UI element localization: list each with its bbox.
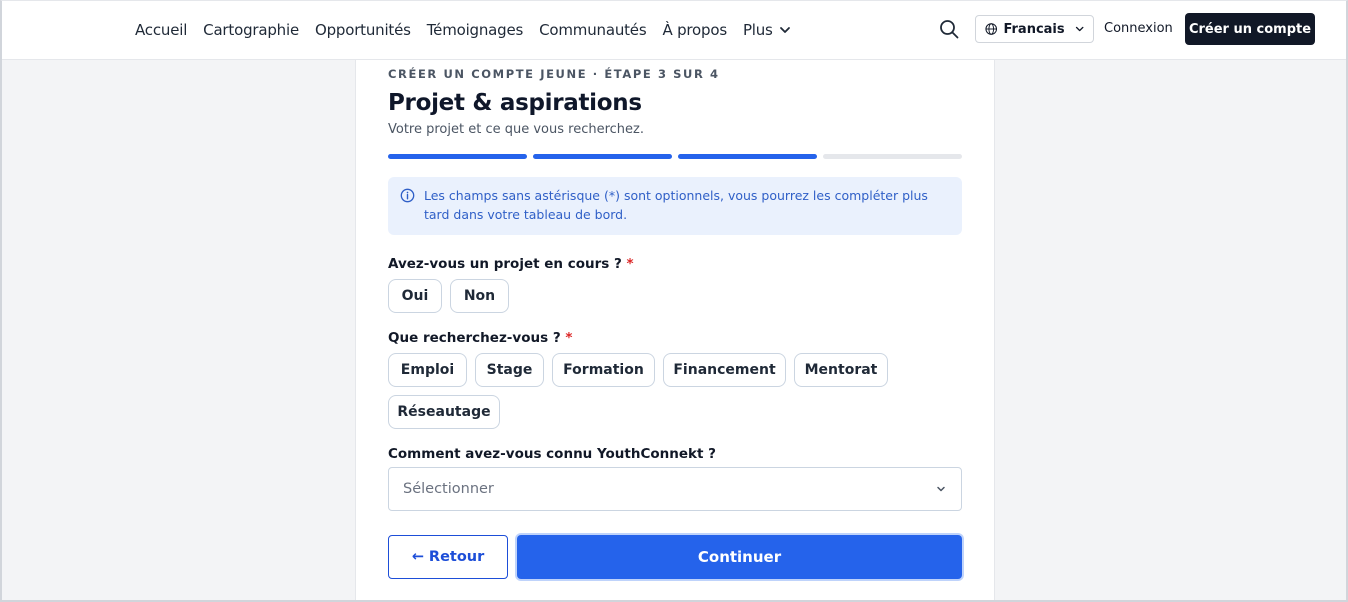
progress-segment-3 [678,154,817,159]
main-nav: Accueil Cartographie Opportunités Témoig… [135,0,807,60]
login-link[interactable]: Connexion [1104,21,1173,36]
option-emploi[interactable]: Emploi [388,353,467,387]
required-mark: * [626,256,634,272]
question-project-label: Avez-vous un projet en cours ? * [388,256,634,272]
nav-item-communautes[interactable]: Communautés [539,21,647,39]
question-looking-for-label: Que recherchez-vous ? * [388,330,572,346]
option-mentorat[interactable]: Mentorat [794,353,888,387]
progress-segment-1 [388,154,527,159]
nav-item-cartographie[interactable]: Cartographie [203,21,299,39]
option-stage[interactable]: Stage [475,353,544,387]
option-non[interactable]: Non [450,279,509,313]
info-banner: Les champs sans astérisque (*) sont opti… [388,177,962,235]
chevron-down-icon [937,486,945,492]
source-select[interactable]: Sélectionner [388,467,962,511]
continue-button[interactable]: Continuer [517,535,962,579]
nav-more-label: Plus [742,21,773,39]
page-subtitle: Votre projet et ce que vous recherchez. [388,122,644,137]
nav-item-accueil[interactable]: Accueil [135,21,187,39]
source-select-placeholder: Sélectionner [403,481,494,497]
progress-segment-2 [533,154,672,159]
step-progress-bar [388,154,962,159]
chevron-down-icon [1075,26,1084,32]
language-selector[interactable]: Francais [975,15,1094,43]
top-navbar: Accueil Cartographie Opportunités Témoig… [0,0,1348,60]
signup-button[interactable]: Créer un compte [1185,13,1315,45]
nav-item-temoignages[interactable]: Témoignages [427,21,524,39]
nav-item-a-propos[interactable]: À propos [662,21,727,39]
back-button[interactable]: ← Retour [388,535,508,579]
chevron-down-icon [779,27,790,33]
language-label: Francais [1003,21,1065,37]
option-reseautage[interactable]: Réseautage [388,395,500,429]
option-formation[interactable]: Formation [552,353,655,387]
question-looking-for-text: Que recherchez-vous ? [388,330,561,346]
page-title: Projet & aspirations [388,90,642,116]
nav-item-opportunites[interactable]: Opportunités [315,21,411,39]
info-text: Les champs sans astérisque (*) sont opti… [424,188,928,222]
option-financement[interactable]: Financement [663,353,786,387]
nav-more-menu[interactable]: Plus [743,21,791,39]
globe-icon [985,23,998,35]
required-mark: * [565,330,573,346]
option-oui[interactable]: Oui [388,279,442,313]
search-icon[interactable] [938,18,960,40]
step-eyebrow: CRÉER UN COMPTE JEUNE · ÉTAPE 3 SUR 4 [388,67,720,81]
question-source-label: Comment avez-vous connu YouthConnekt ? [388,446,717,462]
progress-segment-4 [823,154,962,159]
question-project-text: Avez-vous un projet en cours ? [388,256,622,272]
info-icon [400,188,415,203]
